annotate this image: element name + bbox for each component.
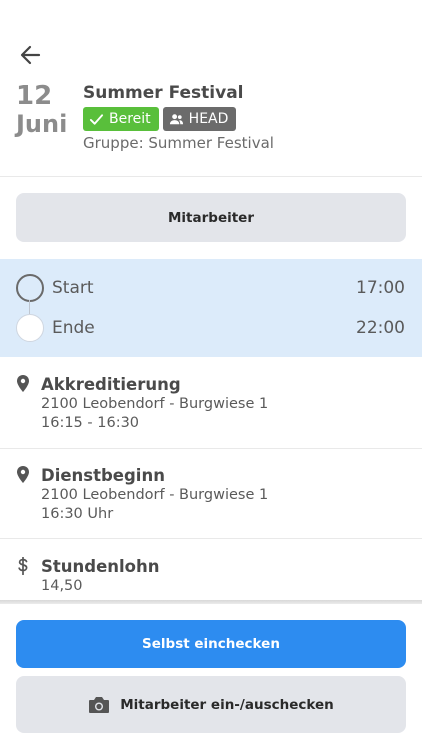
ready-badge: Bereit xyxy=(83,107,159,131)
status-badges: Bereit HEAD xyxy=(83,107,237,131)
staff-checkin-label: Mitarbeiter ein-/auschecken xyxy=(120,696,334,713)
location-pin-icon xyxy=(17,375,29,392)
accreditation-title: Akkreditierung xyxy=(41,375,181,394)
end-row: Ende 22:00 xyxy=(0,313,422,343)
head-badge-label: HEAD xyxy=(188,111,229,127)
time-range: Start 17:00 Ende 22:00 xyxy=(0,259,422,357)
service-start-title: Dienstbeginn xyxy=(41,466,165,485)
divider xyxy=(0,538,422,539)
start-label: Start xyxy=(52,278,94,298)
accreditation-address: 2100 Leobendorf - Burgwiese 1 xyxy=(41,396,269,412)
location-pin-icon xyxy=(17,466,29,483)
self-checkin-button[interactable]: Selbst einchecken xyxy=(16,620,406,668)
service-start-address: 2100 Leobendorf - Burgwiese 1 xyxy=(41,487,269,503)
group-label: Gruppe: Summer Festival xyxy=(83,134,274,152)
head-badge: HEAD xyxy=(162,107,237,131)
divider xyxy=(0,176,422,177)
dollar-icon xyxy=(18,557,28,575)
timeline-connector xyxy=(29,300,30,314)
back-arrow-icon[interactable] xyxy=(18,42,44,68)
staff-checkin-button[interactable]: Mitarbeiter ein-/auschecken xyxy=(16,676,406,733)
event-month: Juni xyxy=(16,110,68,138)
start-circle-icon xyxy=(16,274,44,302)
check-icon xyxy=(89,113,104,125)
people-icon xyxy=(169,113,183,124)
ready-badge-label: Bereit xyxy=(109,111,151,127)
end-time: 22:00 xyxy=(356,318,405,338)
start-time: 17:00 xyxy=(356,278,405,298)
start-row: Start 17:00 xyxy=(0,273,422,303)
end-label: Ende xyxy=(52,318,95,338)
hourly-wage-value: 14,50 xyxy=(41,578,83,594)
event-date: 12 Juni xyxy=(16,82,80,138)
staff-button[interactable]: Mitarbeiter xyxy=(16,193,406,242)
camera-icon xyxy=(89,696,110,713)
event-title: Summer Festival xyxy=(83,83,244,103)
divider xyxy=(0,448,422,449)
service-start-time: 16:30 Uhr xyxy=(41,506,114,522)
end-circle-icon xyxy=(16,314,44,342)
accreditation-time: 16:15 - 16:30 xyxy=(41,415,140,431)
event-day: 12 xyxy=(16,81,53,111)
hourly-wage-title: Stundenlohn xyxy=(41,557,160,576)
